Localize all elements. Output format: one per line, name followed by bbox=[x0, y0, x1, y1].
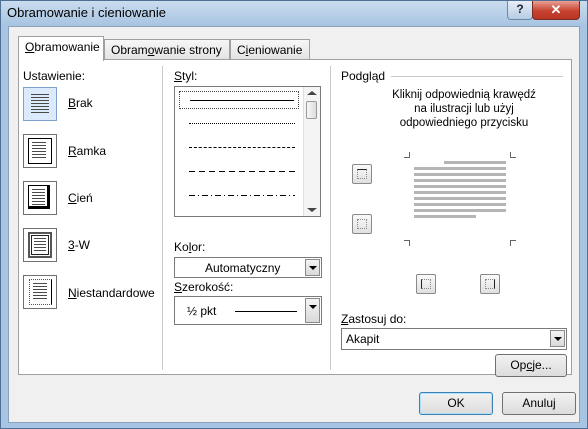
3d-border-icon bbox=[28, 232, 52, 258]
left-border-icon bbox=[421, 279, 431, 289]
setting-shadow-button[interactable] bbox=[23, 181, 57, 215]
preview-text-lines bbox=[414, 161, 506, 221]
tab-borders[interactable]: Obramowanie bbox=[18, 36, 104, 61]
setting-custom-label[interactable]: Niestandardowe bbox=[68, 286, 155, 300]
tab-label: eniowanie bbox=[248, 43, 303, 57]
tab-label: Obram bbox=[111, 43, 148, 57]
chevron-down-icon[interactable] bbox=[305, 298, 320, 323]
tab-shading[interactable]: Cieniowanie bbox=[230, 39, 310, 59]
scroll-down-icon[interactable] bbox=[307, 208, 317, 212]
column-divider bbox=[162, 66, 163, 370]
style-label: Styl: bbox=[174, 69, 198, 83]
close-button[interactable]: ✕ bbox=[532, 1, 580, 20]
style-dash-dot-item[interactable] bbox=[179, 187, 299, 205]
shadow-border-icon bbox=[28, 185, 50, 209]
tab-panel: Ustawienie: Brak Ramka Cień 3-W Niestand… bbox=[18, 59, 572, 377]
tab-label: bramowanie bbox=[34, 40, 100, 54]
right-border-icon bbox=[485, 279, 495, 289]
chevron-down-icon[interactable] bbox=[305, 259, 320, 276]
preview-instructions: Kliknij odpowiednią krawędź na ilustracj… bbox=[374, 88, 554, 130]
setting-3d-button[interactable] bbox=[23, 228, 57, 262]
width-value: ½ pkt bbox=[187, 304, 217, 318]
title-bar[interactable]: Obramowanie i cieniowanie ? ✕ bbox=[1, 1, 587, 25]
style-solid-item[interactable] bbox=[179, 91, 299, 109]
left-border-button[interactable] bbox=[416, 274, 436, 294]
apply-to-dropdown[interactable]: Akapit bbox=[341, 328, 567, 350]
setting-3d-label[interactable]: 3-W bbox=[68, 238, 90, 252]
cancel-button[interactable]: Anuluj bbox=[502, 392, 576, 415]
column-divider bbox=[330, 66, 331, 370]
preview-instruction-line: na ilustracji lub użyj bbox=[414, 103, 514, 115]
style-dotted-item[interactable] bbox=[179, 115, 299, 133]
setting-custom-button[interactable] bbox=[23, 275, 57, 309]
style-listbox[interactable] bbox=[174, 86, 321, 217]
setting-none-button[interactable] bbox=[23, 87, 57, 121]
scroll-thumb[interactable] bbox=[306, 101, 317, 119]
help-button[interactable]: ? bbox=[507, 1, 533, 20]
preview-heading: Podgląd bbox=[341, 69, 386, 83]
style-small-dash-item[interactable] bbox=[179, 139, 299, 157]
color-label: Kolor: bbox=[174, 240, 206, 254]
width-sample-line bbox=[235, 311, 297, 312]
dialog-window: Obramowanie i cieniowanie ? ✕ Obramowani… bbox=[0, 0, 588, 429]
apply-to-label: Zastosuj do: bbox=[341, 312, 407, 326]
apply-to-value: Akapit bbox=[346, 332, 380, 346]
ok-button[interactable]: OK bbox=[419, 392, 493, 415]
preview-diagram[interactable] bbox=[404, 152, 516, 246]
right-border-button[interactable] bbox=[480, 274, 500, 294]
top-border-icon bbox=[357, 169, 367, 179]
setting-shadow-label[interactable]: Cień bbox=[68, 191, 93, 205]
tab-label: C bbox=[237, 43, 246, 57]
preview-instruction-line: odpowiedniego przycisku bbox=[399, 117, 529, 129]
tab-page-border[interactable]: Obramowanie strony bbox=[104, 39, 230, 59]
width-dropdown[interactable]: ½ pkt bbox=[174, 296, 322, 325]
window-title: Obramowanie i cieniowanie bbox=[7, 5, 166, 20]
tab-label-accel: O bbox=[25, 40, 35, 54]
setting-box-button[interactable] bbox=[23, 134, 57, 168]
inside-border-icon bbox=[357, 219, 367, 229]
custom-border-icon bbox=[29, 279, 52, 305]
color-dropdown[interactable]: Automatyczny bbox=[174, 257, 322, 278]
setting-box-label[interactable]: Ramka bbox=[68, 144, 106, 158]
no-border-icon bbox=[31, 94, 49, 115]
top-border-button[interactable] bbox=[352, 164, 372, 184]
dialog-body: Obramowanie Obramowanie strony Cieniowan… bbox=[8, 26, 580, 423]
chevron-down-icon[interactable] bbox=[550, 330, 565, 347]
tab-label: wanie strony bbox=[154, 43, 222, 57]
preview-instruction-line: Kliknij odpowiednią krawędź bbox=[392, 89, 536, 101]
style-dash-item[interactable] bbox=[179, 163, 299, 181]
box-border-icon bbox=[28, 138, 52, 164]
preview-heading-rule bbox=[391, 76, 563, 77]
color-value: Automatyczny bbox=[205, 261, 281, 275]
scroll-up-icon[interactable] bbox=[307, 91, 317, 95]
options-button[interactable]: Opcje... bbox=[495, 354, 567, 377]
style-scrollbar[interactable] bbox=[303, 87, 320, 216]
width-label: Szerokość: bbox=[174, 280, 234, 294]
setting-heading: Ustawienie: bbox=[23, 69, 86, 83]
middle-border-button[interactable] bbox=[352, 214, 372, 234]
setting-none-label[interactable]: Brak bbox=[68, 96, 93, 110]
